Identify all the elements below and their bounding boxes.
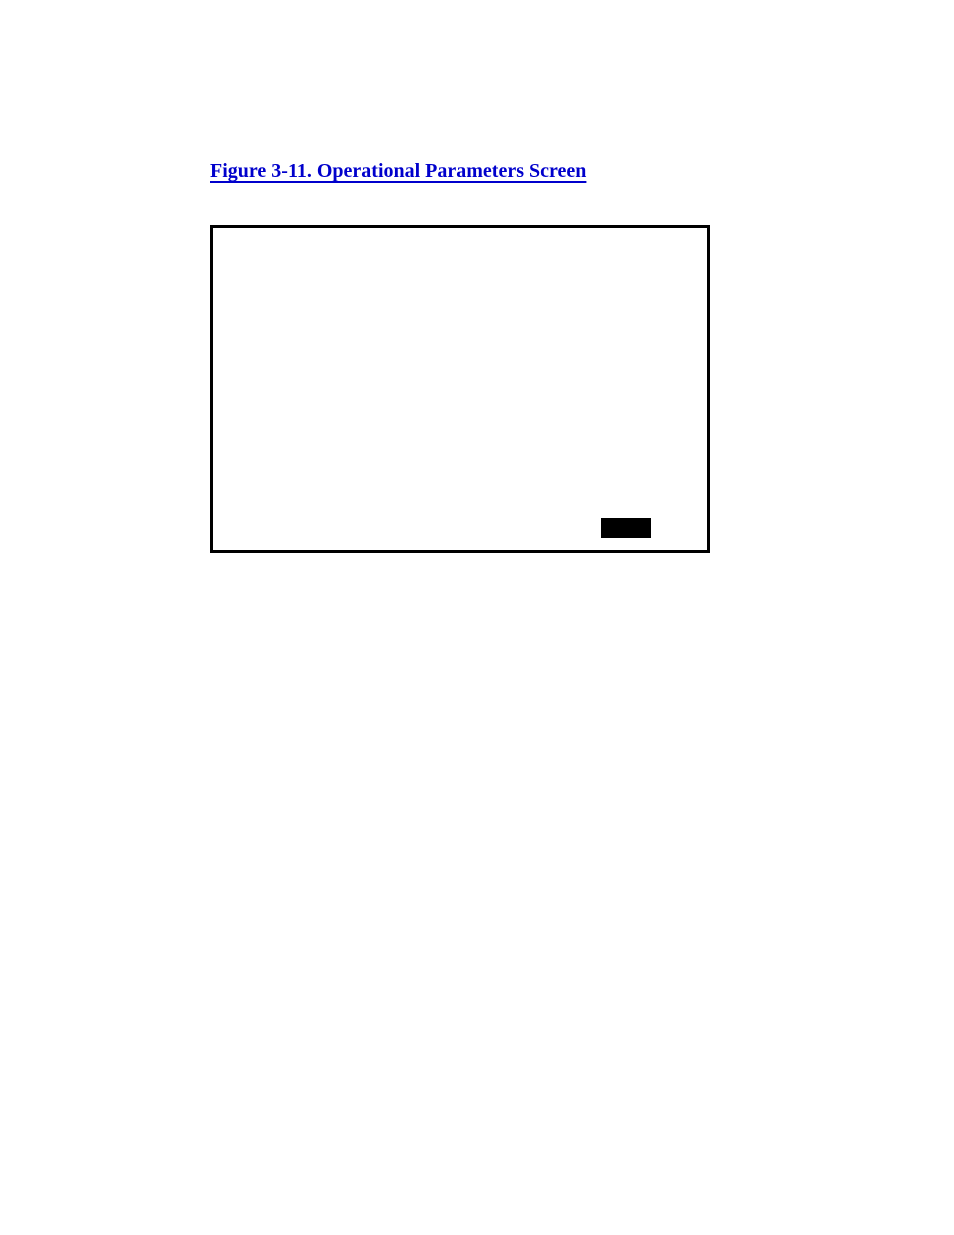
figure-caption-link[interactable]: Figure 3-11. Operational Parameters Scre… — [210, 160, 586, 183]
figure-frame — [210, 225, 710, 553]
page-root: Figure 3-11. Operational Parameters Scre… — [0, 0, 954, 1235]
figure-caption-text: Figure 3-11. Operational Parameters Scre… — [210, 160, 586, 182]
figure-inset-block — [601, 518, 651, 538]
